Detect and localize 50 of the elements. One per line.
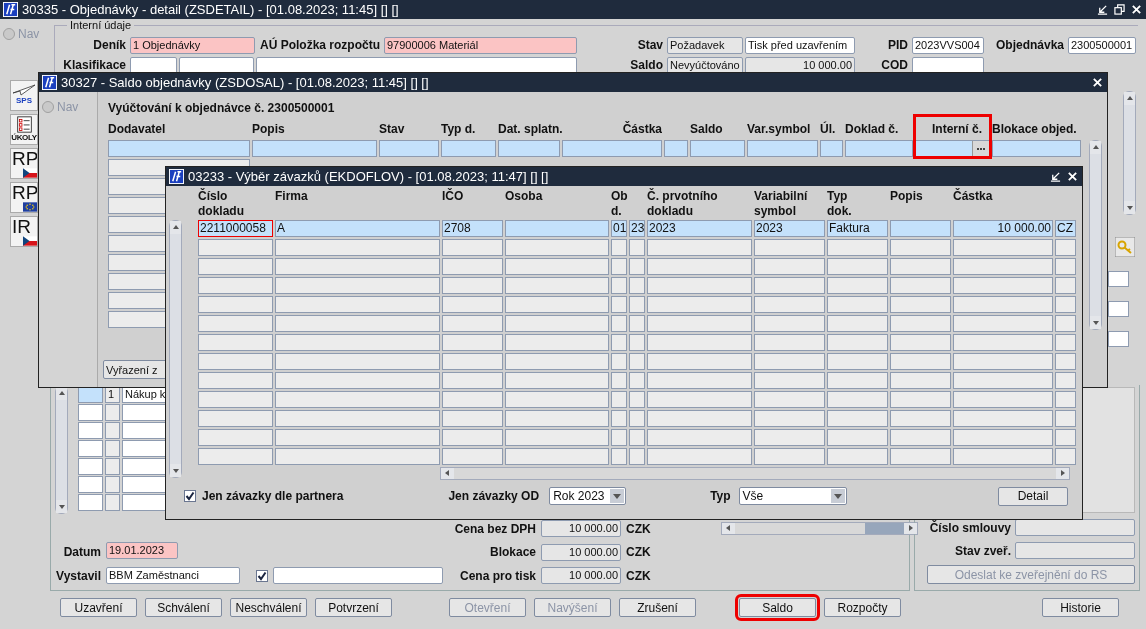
column-header: Var.symbol	[747, 122, 811, 138]
column-header: Č. prvotního dokladu	[647, 189, 718, 219]
field-label: PID	[887, 38, 909, 52]
field-label: Klasifikace	[62, 58, 127, 72]
field-label: Cena bez DPH	[453, 521, 536, 536]
column-header: Stav	[379, 122, 405, 138]
field-label: Datum	[62, 545, 101, 559]
column-header: Typ dok.	[827, 189, 852, 219]
column-header: Dodavatel	[108, 122, 166, 138]
field-label: Cena pro tisk	[458, 568, 536, 583]
checkbox-label: Jen závazky dle partnera	[202, 489, 344, 503]
field-label: Objednávka	[994, 38, 1065, 52]
column-header: Popis	[890, 189, 923, 204]
field-label: Stav zveř.	[954, 543, 1011, 558]
column-header: Variabilní symbol	[754, 189, 808, 219]
field-label: COD	[880, 58, 909, 72]
field-label: Číslo smlouvy	[929, 520, 1011, 535]
nav-label: Nav	[57, 100, 79, 114]
nav-label: Nav	[18, 27, 40, 41]
column-header: Osoba	[505, 189, 543, 204]
field-label: Blokace	[488, 545, 536, 559]
column-header: Dat. splatn.	[498, 122, 563, 138]
field-label: Typ	[710, 489, 731, 503]
column-header: Popis	[252, 122, 285, 138]
column-header: Blokace objed.	[992, 122, 1077, 138]
column-header: Číslo dokladu	[198, 189, 244, 219]
field-label: Jen závazky OD	[448, 489, 540, 503]
section-title: Interní údaje	[67, 19, 135, 31]
column-header: Ob d.	[611, 189, 628, 219]
window-title: 30327 - Saldo objednávky (ZSDOSAL) - [01.08.2023; 11:45] [] []	[61, 75, 429, 90]
column-header: Typ d.	[441, 122, 476, 138]
field-label: Vystavil	[55, 568, 101, 583]
section-heading: Vyúčtování k objednávce č. 2300500001	[108, 101, 336, 116]
column-header: Částka	[622, 122, 662, 138]
currency-label: CZK	[626, 545, 652, 559]
column-header: Částka	[953, 189, 993, 204]
currency-label: CZK	[626, 521, 652, 536]
field-label: AÚ Položka rozpočtu	[259, 38, 381, 52]
window-title: 03233 - Výběr závazků (EKDOFLOV) - [01.08.2023; 11:47] [] []	[188, 169, 549, 184]
field-label: Saldo	[629, 58, 664, 72]
column-header: Úl.	[820, 122, 836, 138]
column-header: Firma	[275, 189, 308, 204]
column-header: Interní č.	[932, 122, 982, 138]
column-header: Saldo	[690, 122, 723, 138]
window-title: 30335 - Objednávky - detail (ZSDETAIL) - [01.08.2023; 11:45] [] []	[22, 2, 399, 17]
column-header: IČO	[442, 189, 464, 204]
column-header: Doklad č.	[845, 122, 899, 138]
field-label: Stav	[636, 38, 664, 52]
currency-label: CZK	[626, 568, 652, 583]
field-label: Deník	[92, 38, 127, 52]
